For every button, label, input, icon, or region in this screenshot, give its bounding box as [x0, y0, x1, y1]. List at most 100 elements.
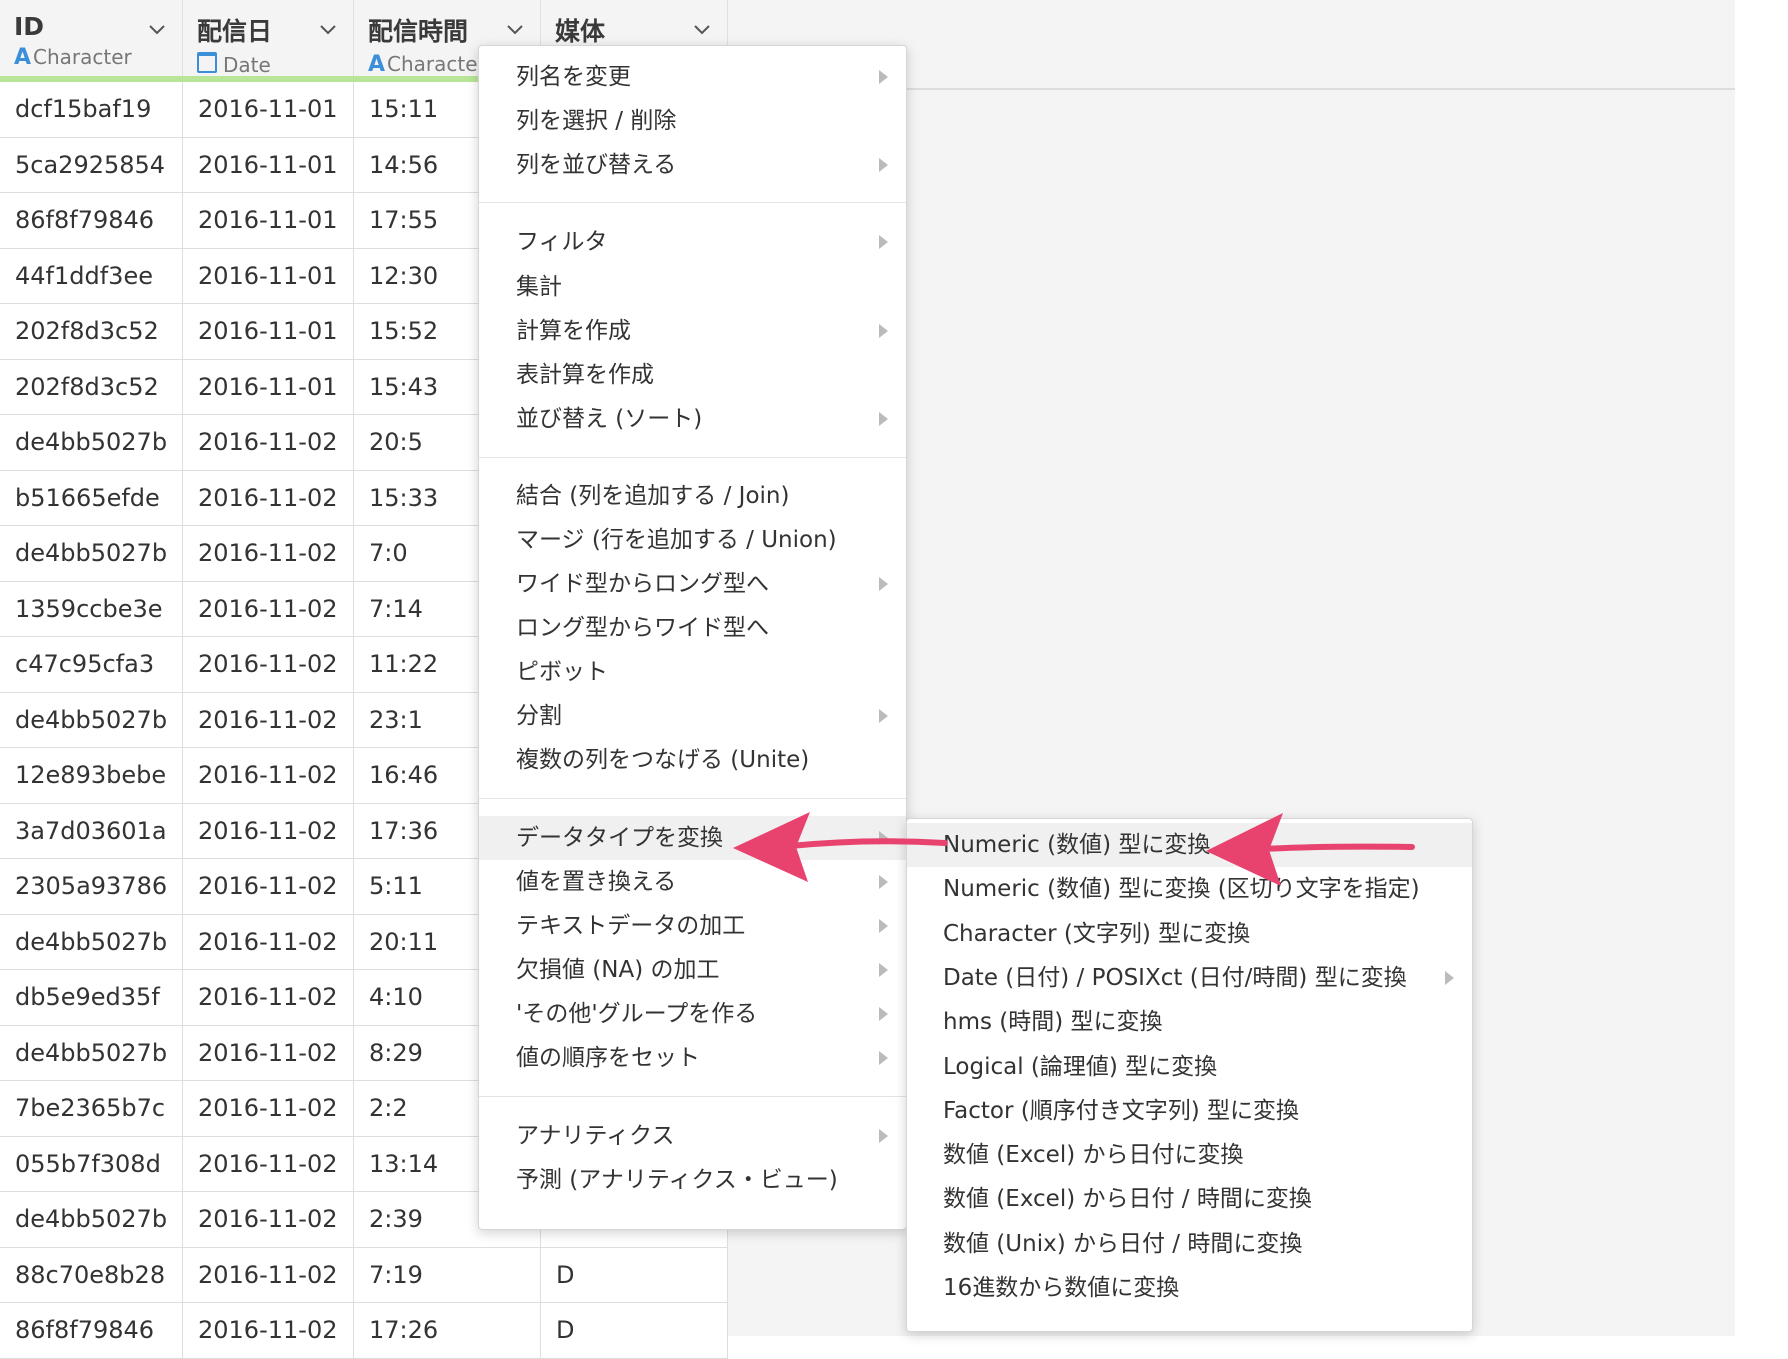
table-cell[interactable]: D	[541, 1247, 728, 1302]
menu-item[interactable]: 結合 (列を追加する / Join)	[479, 474, 906, 518]
menu-item-label: テキストデータの加工	[516, 913, 746, 939]
table-cell[interactable]: 2016-11-02	[183, 1136, 354, 1191]
table-cell[interactable]: c47c95cfa3	[0, 637, 183, 692]
menu-item[interactable]: マージ (行を追加する / Union)	[479, 518, 906, 562]
table-cell[interactable]: 2016-11-02	[183, 1303, 354, 1358]
submenu-item[interactable]: Logical (論理値) 型に変換	[907, 1045, 1472, 1089]
menu-item[interactable]: アナリティクス	[479, 1114, 906, 1158]
submenu-item[interactable]: Character (文字列) 型に変換	[907, 912, 1472, 956]
table-cell[interactable]: 86f8f79846	[0, 193, 183, 248]
table-cell[interactable]: dcf15baf19	[0, 82, 183, 137]
menu-item[interactable]: フィルタ	[479, 220, 906, 264]
table-cell[interactable]: 2016-11-02	[183, 1192, 354, 1247]
table-cell[interactable]: 2016-11-01	[183, 359, 354, 414]
table-cell[interactable]: 202f8d3c52	[0, 359, 183, 414]
table-cell[interactable]: 88c70e8b28	[0, 1247, 183, 1302]
submenu-item[interactable]: 数値 (Excel) から日付 / 時間に変換	[907, 1177, 1472, 1221]
submenu-item-label: Date (日付) / POSIXct (日付/時間) 型に変換	[943, 964, 1407, 991]
table-cell[interactable]: 2305a93786	[0, 859, 183, 914]
table-cell[interactable]: de4bb5027b	[0, 1192, 183, 1247]
submenu-item-label: Factor (順序付き文字列) 型に変換	[943, 1097, 1299, 1124]
table-cell[interactable]: 2016-11-02	[183, 637, 354, 692]
table-cell[interactable]: 2016-11-02	[183, 526, 354, 581]
menu-item[interactable]: 値の順序をセット	[479, 1036, 906, 1080]
table-cell[interactable]: 1359ccbe3e	[0, 581, 183, 636]
menu-item[interactable]: 値を置き換える	[479, 860, 906, 904]
submenu-item[interactable]: 16進数から数値に変換	[907, 1266, 1472, 1310]
table-cell[interactable]: 44f1ddf3ee	[0, 248, 183, 303]
submenu-item[interactable]: 数値 (Unix) から日付 / 時間に変換	[907, 1222, 1472, 1266]
table-cell[interactable]: D	[541, 1303, 728, 1358]
menu-item[interactable]: ロング型からワイド型へ	[479, 606, 906, 650]
menu-item[interactable]: 表計算を作成	[479, 353, 906, 397]
table-cell[interactable]: de4bb5027b	[0, 415, 183, 470]
table-cell[interactable]: 7be2365b7c	[0, 1081, 183, 1136]
table-cell[interactable]: 3a7d03601a	[0, 803, 183, 858]
table-row[interactable]: 88c70e8b28 2016-11-02 7:19 D	[0, 1247, 728, 1303]
table-cell[interactable]: b51665efde	[0, 470, 183, 525]
table-cell[interactable]: 2016-11-02	[183, 970, 354, 1025]
table-cell[interactable]: 2016-11-01	[183, 193, 354, 248]
submenu-item[interactable]: hms (時間) 型に変換	[907, 1000, 1472, 1044]
table-cell[interactable]: 2016-11-02	[183, 1247, 354, 1302]
table-row[interactable]: 86f8f79846 2016-11-02 17:26 D	[0, 1303, 728, 1359]
table-cell[interactable]: db5e9ed35f	[0, 970, 183, 1025]
column-header-id[interactable]: ID A Character	[0, 0, 183, 76]
table-cell[interactable]: de4bb5027b	[0, 692, 183, 747]
menu-item[interactable]: データタイプを変換	[479, 816, 906, 860]
submenu-item[interactable]: Numeric (数値) 型に変換 (区切り文字を指定)	[907, 867, 1472, 911]
column-context-menu: 列名を変更 列を選択 / 削除 列を並び替える フィルタ 集計 計算を作成 表計算を作成 並び…	[478, 45, 907, 1230]
table-cell[interactable]: 055b7f308d	[0, 1136, 183, 1191]
table-cell[interactable]: de4bb5027b	[0, 1025, 183, 1080]
column-header-date[interactable]: 配信日 Date	[183, 0, 354, 77]
table-cell[interactable]: 202f8d3c52	[0, 304, 183, 359]
table-cell[interactable]: 86f8f79846	[0, 1303, 183, 1358]
chevron-down-icon[interactable]	[146, 18, 168, 40]
chevron-down-icon[interactable]	[504, 18, 526, 40]
menu-item[interactable]: 複数の列をつなげる (Unite)	[479, 738, 906, 782]
submenu-item[interactable]: Date (日付) / POSIXct (日付/時間) 型に変換	[907, 956, 1472, 1000]
table-cell[interactable]: 2016-11-02	[183, 914, 354, 969]
table-cell[interactable]: de4bb5027b	[0, 914, 183, 969]
menu-item[interactable]: 並び替え (ソート)	[479, 397, 906, 441]
menu-item[interactable]: 計算を作成	[479, 309, 906, 353]
menu-item[interactable]: ピボット	[479, 650, 906, 694]
submenu-item[interactable]: 数値 (Excel) から日付に変換	[907, 1133, 1472, 1177]
submenu-arrow-icon	[879, 235, 888, 249]
menu-item[interactable]: 欠損値 (NA) の加工	[479, 948, 906, 992]
menu-item[interactable]: 予測 (アナリティクス・ビュー)	[479, 1158, 906, 1202]
menu-item[interactable]: ワイド型からロング型へ	[479, 562, 906, 606]
chevron-down-icon[interactable]	[691, 18, 713, 40]
menu-item[interactable]: 分割	[479, 694, 906, 738]
menu-item[interactable]: 'その他'グループを作る	[479, 992, 906, 1036]
table-cell[interactable]: 2016-11-02	[183, 1025, 354, 1080]
table-cell[interactable]: 2016-11-02	[183, 1081, 354, 1136]
menu-item[interactable]: 列を選択 / 削除	[479, 99, 906, 143]
table-cell[interactable]: 12e893bebe	[0, 748, 183, 803]
table-cell[interactable]: 2016-11-02	[183, 692, 354, 747]
menu-item[interactable]: 列名を変更	[479, 55, 906, 99]
chevron-down-icon[interactable]	[317, 18, 339, 40]
table-cell[interactable]: 2016-11-02	[183, 581, 354, 636]
table-cell[interactable]: 2016-11-01	[183, 82, 354, 137]
menu-item-label: データタイプを変換	[516, 825, 723, 851]
table-cell[interactable]: 5ca2925854	[0, 137, 183, 192]
table-cell[interactable]: 2016-11-01	[183, 248, 354, 303]
table-cell[interactable]: 2016-11-02	[183, 748, 354, 803]
table-cell[interactable]: 7:19	[354, 1247, 541, 1302]
table-cell[interactable]: 2016-11-01	[183, 304, 354, 359]
menu-item[interactable]: テキストデータの加工	[479, 904, 906, 948]
table-cell[interactable]: 2016-11-02	[183, 470, 354, 525]
table-cell[interactable]: 17:26	[354, 1303, 541, 1358]
submenu-item[interactable]: Numeric (数値) 型に変換	[907, 823, 1472, 867]
submenu-item[interactable]: Factor (順序付き文字列) 型に変換	[907, 1089, 1472, 1133]
table-cell[interactable]: 2016-11-01	[183, 137, 354, 192]
character-type-icon: A	[14, 45, 32, 70]
menu-item-label: ワイド型からロング型へ	[516, 571, 769, 597]
table-cell[interactable]: 2016-11-02	[183, 803, 354, 858]
table-cell[interactable]: 2016-11-02	[183, 415, 354, 470]
table-cell[interactable]: 2016-11-02	[183, 859, 354, 914]
table-cell[interactable]: de4bb5027b	[0, 526, 183, 581]
menu-item[interactable]: 集計	[479, 265, 906, 309]
menu-item[interactable]: 列を並び替える	[479, 143, 906, 187]
